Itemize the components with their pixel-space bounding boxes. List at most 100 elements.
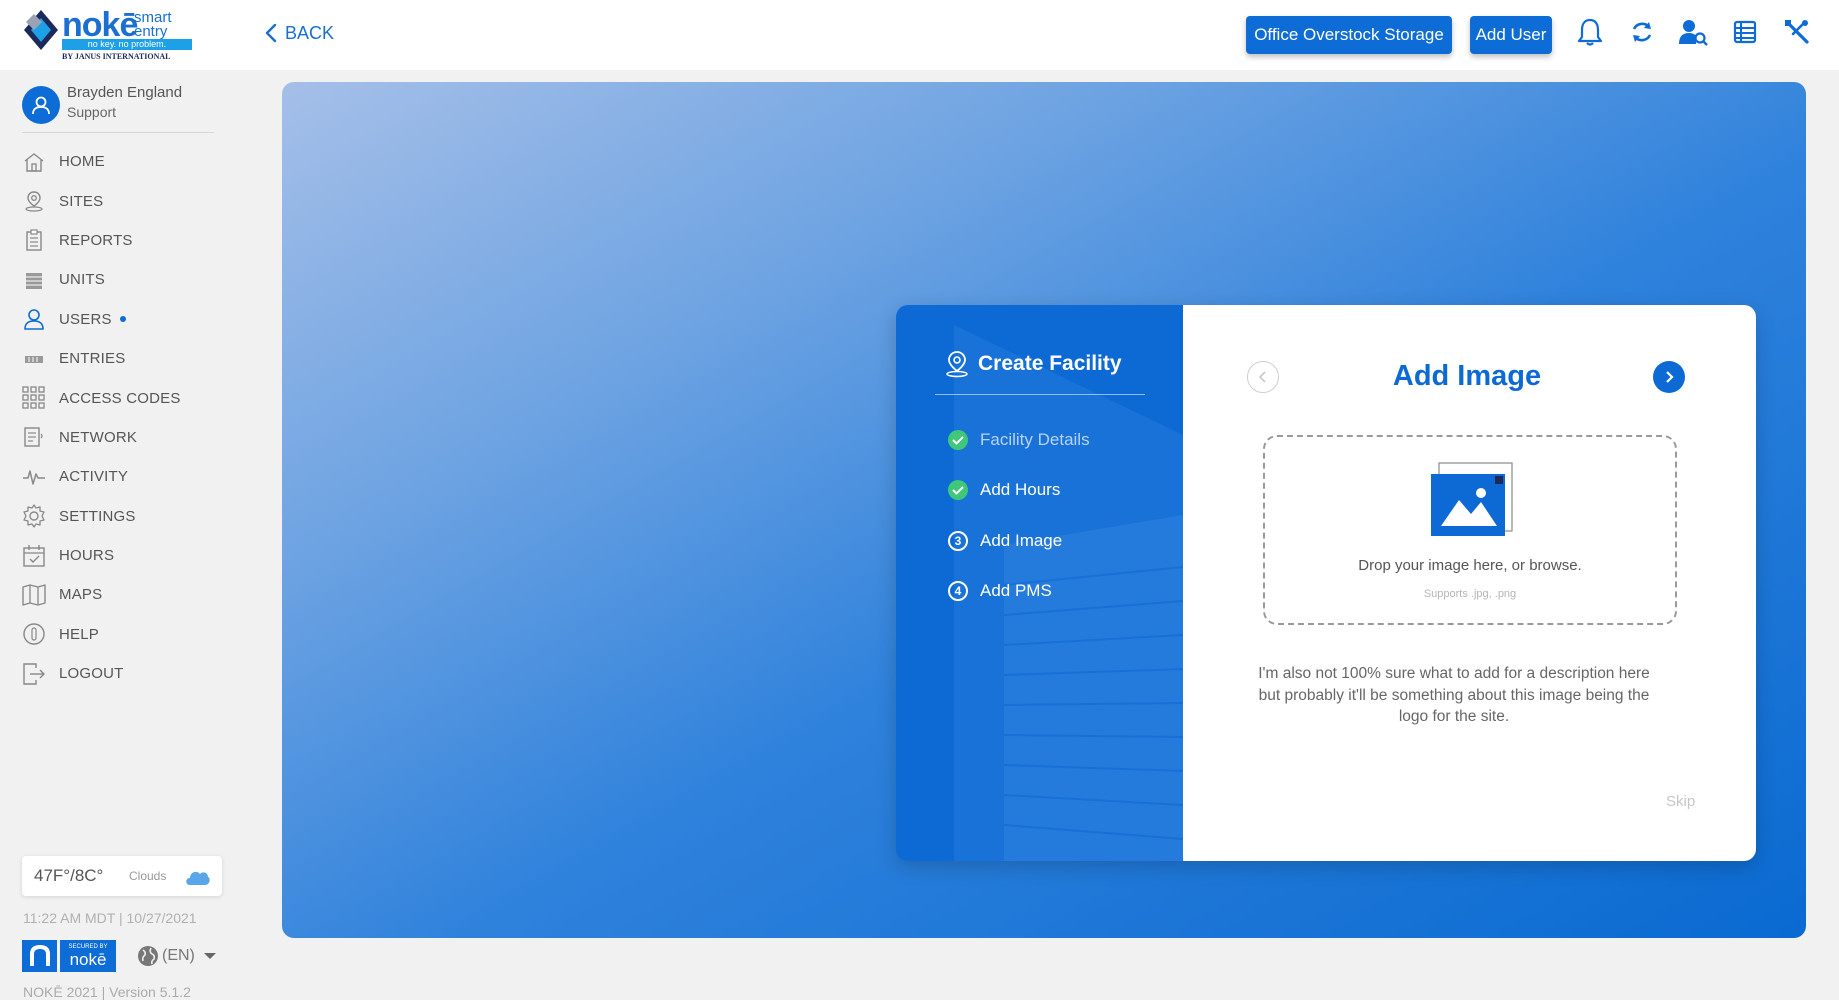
wizard-steps: Facility Details Add Hours 3 Add Image 4… [948,415,1090,616]
calendar-check-icon [22,544,46,568]
wizard-divider [935,394,1145,395]
logo-by-line: BY JANUS INTERNATIONAL [62,52,171,61]
sidebar-item-label: MAPS [59,586,103,604]
wizard-title: Create Facility [944,349,1122,379]
sidebar-item-activity[interactable]: ACTIVITY [22,457,232,496]
page-title: Add Image [1392,360,1542,392]
gear-icon [22,504,46,528]
chevron-left-icon [265,23,277,43]
dropzone-supported-formats: Supports .jpg, .png [1423,588,1517,600]
back-label: BACK [285,22,335,43]
step-number-badge: 3 [948,530,968,551]
back-button[interactable]: BACK [265,20,334,46]
sidebar-item-network[interactable]: NETWORK [22,418,232,457]
clipboard-icon [22,228,46,252]
sidebar-item-label: HOME [59,153,105,171]
chevron-left-icon [1258,371,1266,383]
logo-smart-entry: smart entry [134,9,172,40]
sidebar-item-access-codes[interactable]: ACCESS CODES [22,378,232,417]
sidebar-item-label: REPORTS [59,231,133,249]
previous-step-button[interactable] [1247,361,1279,393]
sidebar-item-units[interactable]: UNITS [22,260,232,299]
step-add-pms[interactable]: 4 Add PMS [948,566,1090,616]
language-selector[interactable]: (EN) [136,942,219,970]
sidebar-item-maps[interactable]: MAPS [22,575,232,614]
chevron-right-icon [1666,371,1674,383]
tools-icon[interactable] [1779,14,1815,50]
noke-n-icon [29,945,50,966]
sidebar-item-label: ACTIVITY [59,468,129,486]
sidebar-item-sites[interactable]: SITES [22,181,232,220]
wizard-title-label: Create Facility [978,352,1122,375]
sync-icon[interactable] [1624,14,1660,50]
skip-button[interactable]: Skip [1666,793,1695,810]
step-label: Add PMS [980,581,1052,601]
step-label: Add Image [980,530,1063,550]
user-search-icon[interactable] [1675,14,1711,50]
home-icon [22,150,46,174]
sidebar-item-label: HELP [59,625,99,643]
step-add-image[interactable]: 3 Add Image [948,516,1090,566]
dropzone-text: Drop your image here, or browse. [1358,557,1582,574]
check-circle-icon [948,430,968,451]
sidebar-item-help[interactable]: HELP [22,615,232,654]
sidebar-item-label: UNITS [59,271,105,289]
avatar [22,86,60,124]
image-placeholder-icon [1431,462,1513,536]
logo-wordmark: nokē [62,6,138,44]
ledger-icon[interactable] [1727,14,1763,50]
sidebar-divider [22,132,214,133]
user-avatar-icon [32,96,50,115]
main-panel: Create Facility Facility Details Add Hou… [282,82,1806,938]
user-icon [22,307,46,331]
wizard-content-panel: Add Image Drop your image here, or brows… [1183,305,1756,861]
current-datetime: 11:22 AM MDT | 10/27/2021 [23,910,197,926]
globe-icon [138,946,158,966]
logo-tagline: no key. no problem. [62,39,192,50]
keypad-grid-icon [22,386,46,410]
top-bar: nokē smart entry no key. no problem. BY J… [0,0,1839,70]
sidebar-item-logout[interactable]: LOGOUT [22,654,232,693]
sidebar-item-label: SETTINGS [59,507,136,525]
units-icon [22,268,46,292]
create-facility-wizard: Create Facility Facility Details Add Hou… [896,305,1756,861]
bell-icon[interactable] [1572,14,1608,50]
user-role: Support [67,104,117,120]
version-info: NOKĒ 2021 | Version 5.1.2 [23,984,191,1000]
sidebar-item-entries[interactable]: ENTRIES [22,339,232,378]
map-icon [22,583,46,607]
sidebar-item-users[interactable]: USERS [22,300,232,339]
entries-icon [22,347,46,371]
image-dropzone[interactable]: Drop your image here, or browse. Support… [1263,435,1677,625]
add-user-button[interactable]: Add User [1470,16,1552,54]
sidebar-item-home[interactable]: HOME [22,142,232,181]
logout-icon [22,662,46,686]
sidebar-item-settings[interactable]: SETTINGS [22,497,232,536]
sidebar-item-hours[interactable]: HOURS [22,536,232,575]
step-label: Facility Details [980,430,1090,450]
wizard-steps-panel: Create Facility Facility Details Add Hou… [896,305,1183,861]
sidebar-item-reports[interactable]: REPORTS [22,221,232,260]
weather-condition: Clouds [129,869,167,883]
step-number-badge: 4 [948,581,968,602]
noke-logo[interactable]: nokē smart entry no key. no problem. BY J… [22,6,192,62]
secured-by-noke-badge: SECURED BY nokē [60,940,116,972]
weather-temp: 47F°/8C° [34,866,104,885]
step-add-hours[interactable]: Add Hours [948,465,1090,515]
sidebar: Brayden England Support HOME SITES REPOR… [0,70,240,1000]
step-description: I'm also not 100% sure what to add for a… [1258,665,1650,725]
next-step-button[interactable] [1653,361,1685,393]
sidebar-item-label: LOGOUT [59,665,124,683]
check-circle-icon [948,480,968,501]
sidebar-item-label: ACCESS CODES [59,389,181,407]
language-label: (EN) [162,947,195,964]
network-icon [22,425,46,449]
facility-selector-button[interactable]: Office Overstock Storage [1246,16,1452,54]
user-profile[interactable]: Brayden England Support [22,82,222,132]
sidebar-item-label: ENTRIES [59,350,126,368]
step-facility-details[interactable]: Facility Details [948,415,1090,465]
sidebar-item-label: NETWORK [59,428,138,446]
sidebar-item-label: USERS [59,310,112,328]
help-icon [22,622,46,646]
sidebar-item-label: SITES [59,192,104,210]
